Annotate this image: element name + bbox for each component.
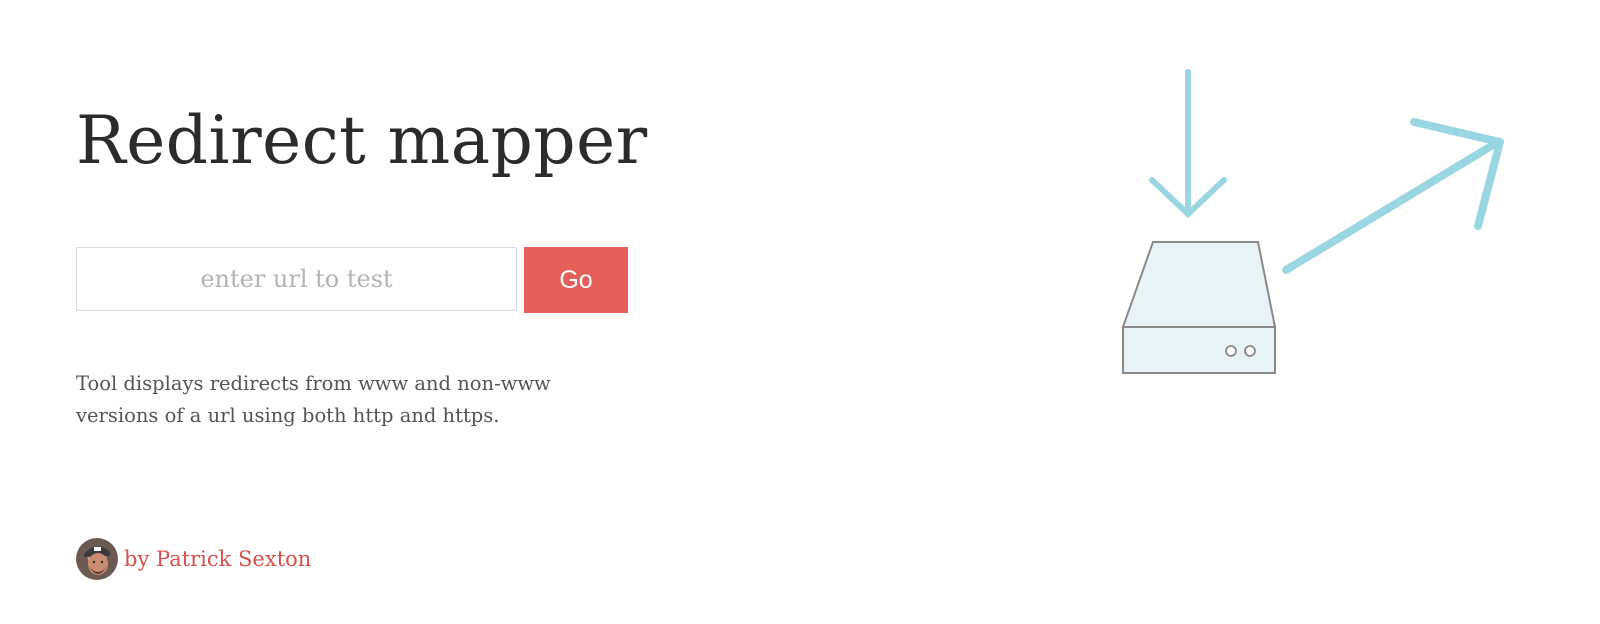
author-link[interactable]: by Patrick Sexton [124, 547, 311, 571]
redirect-illustration [1100, 60, 1520, 390]
author-avatar[interactable] [76, 538, 118, 580]
server-icon [1121, 241, 1277, 374]
go-button[interactable]: Go [524, 247, 628, 313]
tool-description: Tool displays redirects from www and non… [76, 372, 551, 427]
page-title: Redirect mapper [76, 102, 648, 179]
up-right-arrow-icon [1282, 118, 1504, 274]
down-arrow-icon [1149, 69, 1227, 219]
url-form: Go [76, 247, 628, 313]
url-input[interactable] [76, 247, 517, 311]
avatar-image-icon [84, 546, 110, 575]
byline: by Patrick Sexton [76, 537, 311, 581]
